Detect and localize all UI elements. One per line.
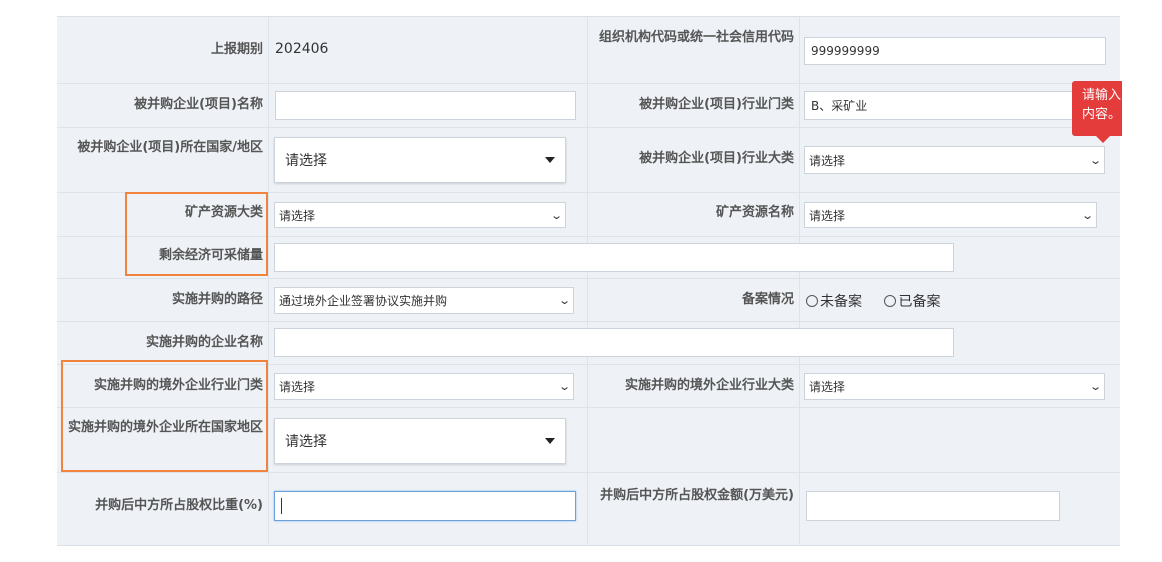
overseas-country-select[interactable]: 请选择 bbox=[274, 418, 566, 464]
validation-tooltip: 请输入内容。 bbox=[1072, 81, 1122, 143]
caret-down-icon bbox=[545, 157, 555, 163]
mineral-cat-value: 请选择 bbox=[279, 208, 316, 223]
acquirer-name-label: 实施并购的企业名称 bbox=[145, 335, 263, 350]
chevron-down-icon: ⌄ bbox=[1088, 153, 1102, 167]
equity-amount-label: 并购后中方所占股权金额(万美元) bbox=[600, 488, 794, 503]
highlight-box-mineral bbox=[125, 192, 268, 276]
mineral-name-select[interactable]: 请选择 ⌄ bbox=[804, 202, 1097, 228]
col-divider bbox=[587, 16, 588, 544]
radio-filed-label: 已备案 bbox=[898, 294, 941, 310]
target-name-label: 被并购企业(项目)名称 bbox=[134, 97, 263, 112]
row-divider bbox=[57, 127, 1120, 128]
row-divider bbox=[57, 321, 1120, 322]
mineral-cat-select[interactable]: 请选择 ⌄ bbox=[274, 202, 566, 228]
target-industry-major-label: 被并购企业(项目)行业大类 bbox=[639, 151, 794, 166]
filing-label: 备案情况 bbox=[741, 292, 794, 307]
chevron-down-icon: ⌄ bbox=[549, 208, 563, 222]
col-divider bbox=[799, 16, 800, 544]
highlight-box-overseas bbox=[61, 360, 268, 472]
row-divider bbox=[57, 83, 1120, 84]
row-divider bbox=[57, 472, 1120, 473]
report-period-label: 上报期别 bbox=[210, 42, 263, 57]
target-country-label: 被并购企业(项目)所在国家/地区 bbox=[77, 140, 263, 155]
filing-radio-group: 未备案 已备案 bbox=[806, 291, 958, 311]
radio-filed[interactable]: 已备案 bbox=[884, 291, 940, 311]
target-country-select[interactable]: 请选择 bbox=[274, 137, 566, 183]
target-country-value: 请选择 bbox=[285, 153, 327, 169]
target-industry-major-select[interactable]: 请选择 ⌄ bbox=[804, 146, 1105, 174]
overseas-country-value: 请选择 bbox=[285, 434, 327, 450]
col-divider bbox=[268, 16, 269, 544]
target-industry-cat-value: B、采矿业 bbox=[811, 99, 868, 113]
overseas-industry-cat-select[interactable]: 请选择 ⌄ bbox=[274, 373, 574, 400]
target-name-input[interactable] bbox=[275, 91, 576, 120]
org-code-input[interactable]: 999999999 bbox=[804, 37, 1106, 65]
caret-down-icon bbox=[545, 438, 555, 444]
text-caret bbox=[281, 498, 282, 514]
row-divider bbox=[57, 278, 1120, 279]
radio-icon bbox=[806, 295, 818, 307]
chevron-down-icon: ⌄ bbox=[1088, 380, 1102, 393]
radio-not-filed[interactable]: 未备案 bbox=[806, 291, 862, 311]
chevron-down-icon: ⌄ bbox=[557, 294, 571, 307]
overseas-industry-major-select[interactable]: 请选择 ⌄ bbox=[804, 373, 1105, 400]
mineral-name-value: 请选择 bbox=[809, 208, 846, 223]
radio-icon bbox=[884, 295, 897, 307]
overseas-industry-major-label: 实施并购的境外企业行业大类 bbox=[624, 378, 794, 393]
equity-ratio-label: 并购后中方所占股权比重(%) bbox=[95, 498, 263, 513]
target-industry-major-value: 请选择 bbox=[809, 153, 846, 168]
org-code-label: 组织机构代码或统一社会信用代码 bbox=[598, 30, 794, 45]
target-industry-cat-input[interactable]: B、采矿业 bbox=[804, 91, 1079, 120]
acquirer-name-input[interactable] bbox=[274, 328, 954, 357]
radio-not-filed-label: 未备案 bbox=[820, 294, 862, 310]
target-industry-cat-label: 被并购企业(项目)行业门类 bbox=[639, 97, 794, 112]
chevron-down-icon: ⌄ bbox=[1080, 208, 1094, 222]
reserves-input[interactable] bbox=[274, 243, 954, 272]
validation-tooltip-text: 请输入内容。 bbox=[1082, 88, 1122, 122]
path-value: 通过境外企业签署协议实施并购 bbox=[279, 294, 448, 308]
chevron-down-icon: ⌄ bbox=[557, 380, 571, 393]
path-label: 实施并购的路径 bbox=[171, 292, 263, 307]
overseas-industry-cat-value: 请选择 bbox=[279, 380, 316, 394]
mineral-name-label: 矿产资源名称 bbox=[715, 205, 794, 220]
report-period-value: 202406 bbox=[275, 41, 329, 57]
org-code-value: 999999999 bbox=[811, 44, 880, 58]
equity-amount-input[interactable] bbox=[806, 491, 1060, 521]
path-select[interactable]: 通过境外企业签署协议实施并购 ⌄ bbox=[274, 287, 574, 314]
overseas-industry-major-value: 请选择 bbox=[809, 380, 846, 394]
equity-ratio-input[interactable] bbox=[274, 491, 576, 521]
